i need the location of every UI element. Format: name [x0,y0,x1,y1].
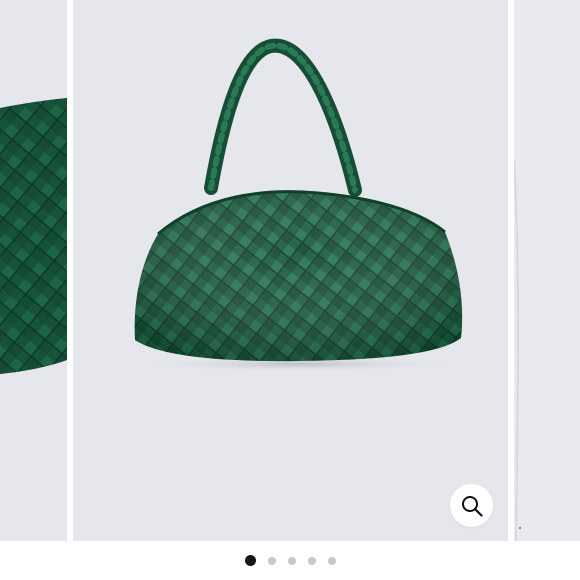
previous-slide[interactable] [0,0,67,541]
next-slide[interactable] [514,0,580,541]
pagination-dot-1[interactable] [244,555,256,566]
magnifier-icon [461,495,483,517]
carousel-pagination [0,541,580,580]
pagination-dot-3[interactable] [287,556,296,565]
current-slide[interactable] [73,0,508,541]
product-image-carousel[interactable] [0,0,580,541]
product-image-partial [0,98,67,374]
pagination-dot-4[interactable] [307,556,316,565]
woven-handbag-image [128,38,468,372]
pagination-dot-2[interactable] [267,556,276,565]
zoom-button[interactable] [450,484,493,527]
product-image-partial [514,159,522,541]
pagination-dot-5[interactable] [327,556,336,565]
